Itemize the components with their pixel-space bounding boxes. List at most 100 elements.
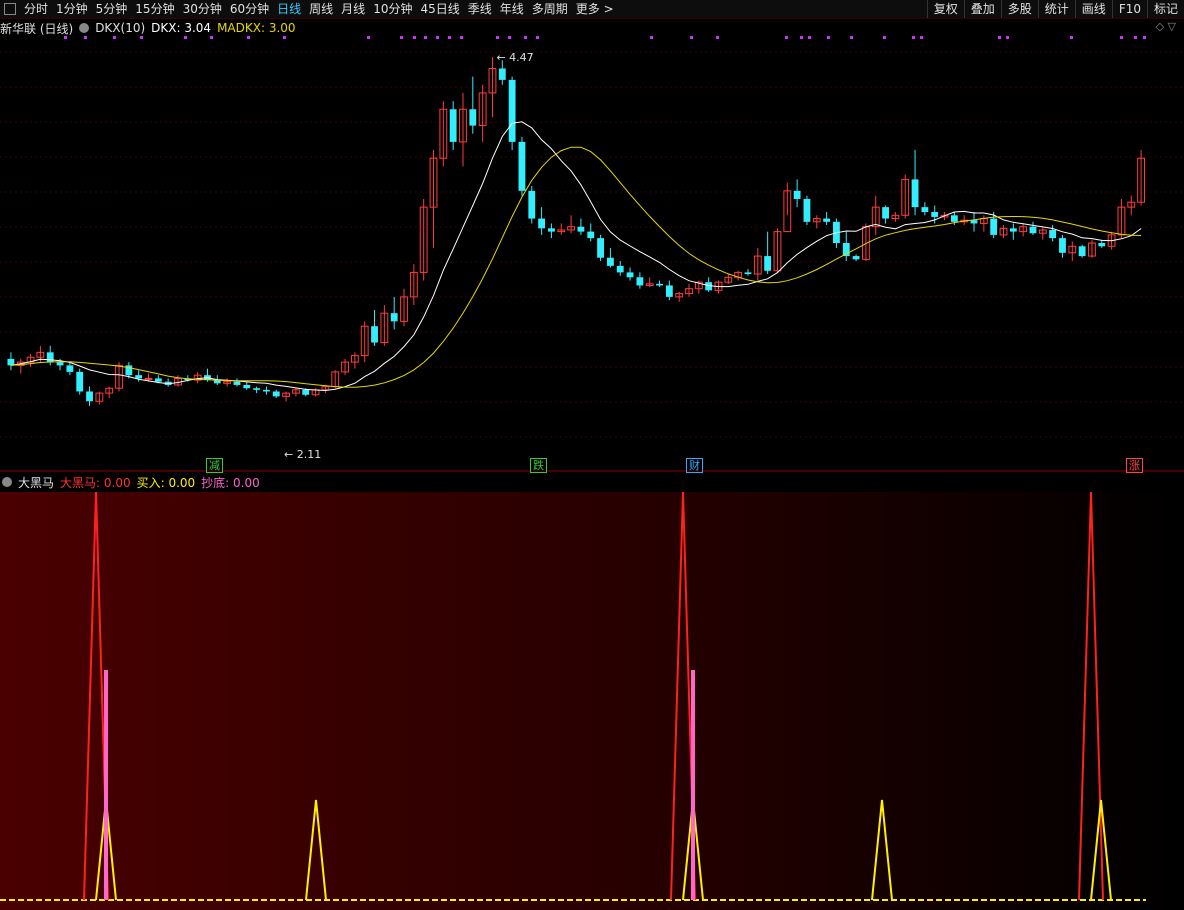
period-tab-1[interactable]: 1分钟 [52,0,92,18]
low-price-label: ← 2.11 [284,448,321,461]
candle-body [7,358,15,366]
signal-marker-0: 减 [206,458,223,473]
dkx-value: DKX: 3.04 [151,21,212,35]
candle-body [950,215,958,222]
signal-marker-2: 财 [686,458,703,473]
marker-dot [800,36,803,39]
candle-body [1098,243,1106,247]
bottom-value: 抄底: 0.00 [201,475,260,490]
marker-dot [508,36,511,39]
candle-body [744,272,752,275]
period-tab-14[interactable]: 更多 > [572,0,618,18]
period-tab-10[interactable]: 45日线 [416,0,463,18]
marker-dot [912,36,915,39]
candle-body [449,109,457,142]
period-tab-2[interactable]: 5分钟 [92,0,132,18]
candle-body [243,384,251,389]
period-tabs: 分时 1分钟 5分钟 15分钟 30分钟 60分钟 日线 周线 月线 10分钟 45日线 季线 年线 多周… [20,0,618,18]
candlestick-chart: ← 4.47 ← 2.11 [0,36,1184,472]
period-tab-7[interactable]: 周线 [305,0,337,18]
candle-body [911,179,919,208]
candle-body [1029,226,1037,234]
candle-body [56,362,64,366]
candle-body [931,212,939,217]
marker-dot [247,36,250,39]
marker-dot [496,36,499,39]
marker-dot [536,36,539,39]
marker-dot [140,36,143,39]
candle-body [371,326,378,343]
marker-dot [850,36,853,39]
marker-dot [524,36,527,39]
candle-body [1009,228,1017,232]
period-tab-3[interactable]: 15分钟 [131,0,178,18]
candle-body [1078,246,1086,257]
marker-dot [650,36,653,39]
candle-body [1049,229,1057,239]
signal-marker-1: 跌 [530,458,547,473]
marker-dot [690,36,693,39]
toolbar-button-2[interactable]: 多股 [1000,0,1038,18]
marker-dot [184,36,187,39]
candle-body [823,218,831,222]
toolbar-button-0[interactable]: 复权 [926,0,964,18]
indicator-name: 大黑马 [18,475,55,490]
candle-body [548,228,555,232]
candle-body [154,378,162,382]
marker-dot [883,36,886,39]
candle-body [390,313,398,322]
marker-dot [920,36,923,39]
expand-icons[interactable]: ◇ ▽ [1156,20,1176,33]
menu-icon[interactable] [4,3,16,15]
period-toolbar: 分时 1分钟 5分钟 15分钟 30分钟 60分钟 日线 周线 月线 10分钟 45日线 季线 年线 多周… [0,0,1184,19]
period-tab-4[interactable]: 30分钟 [179,0,226,18]
indicator-settings-icon[interactable] [2,477,12,487]
candle-body [970,220,978,224]
period-tab-13[interactable]: 多周期 [528,0,572,18]
period-tab-11[interactable]: 季线 [464,0,496,18]
marker-dot [1070,36,1073,39]
settings-circle-icon[interactable] [79,23,90,33]
madkx-line [10,146,1142,388]
candle-body [852,256,860,260]
period-tab-5[interactable]: 60分钟 [226,0,273,18]
marker-dot [1143,36,1146,39]
indicator-background [0,492,1184,910]
candle-body [597,238,604,258]
candle-body [144,377,153,380]
period-tab-9[interactable]: 10分钟 [369,0,416,18]
period-tab-6[interactable]: 日线 [273,0,305,18]
toolbar-button-6[interactable]: 标记 [1146,0,1184,18]
candle-body [498,68,506,80]
toolbar-button-1[interactable]: 叠加 [963,0,1001,18]
candle-body [921,207,929,213]
marker-dot [1006,36,1009,39]
marker-dot [808,36,811,39]
candle-body [469,109,477,126]
toolbar-button-4[interactable]: 画线 [1074,0,1112,18]
toolbar-button-3[interactable]: 统计 [1037,0,1075,18]
period-tab-8[interactable]: 月线 [337,0,369,18]
candle-body [882,207,889,219]
dhm-value: 大黑马: 0.00 [60,475,131,490]
toolbar-button-5[interactable]: F10 [1111,0,1147,18]
period-tab-12[interactable]: 年线 [496,0,528,18]
candle-body [233,381,241,385]
candle-body [272,391,280,397]
marker-dot [716,36,719,39]
marker-dot [1120,36,1123,39]
candle-body [616,265,624,273]
candle-body [587,231,595,239]
marker-dot [424,36,427,39]
marker-dot [84,36,87,39]
toolbar-right: 复权 叠加 多股 统计 画线 F10 标记 [926,0,1184,18]
period-tab-0[interactable]: 分时 [20,0,52,18]
candle-body [253,388,261,390]
candle-body [636,277,644,286]
candle-body [518,141,526,191]
marker-dot [998,36,1001,39]
candle-body [793,190,801,199]
marker-dot [283,36,286,39]
indicator-info-bar: 大黑马 大黑马: 0.00 买入: 0.00 抄底: 0.00 [0,474,266,490]
candle-body [656,283,663,286]
